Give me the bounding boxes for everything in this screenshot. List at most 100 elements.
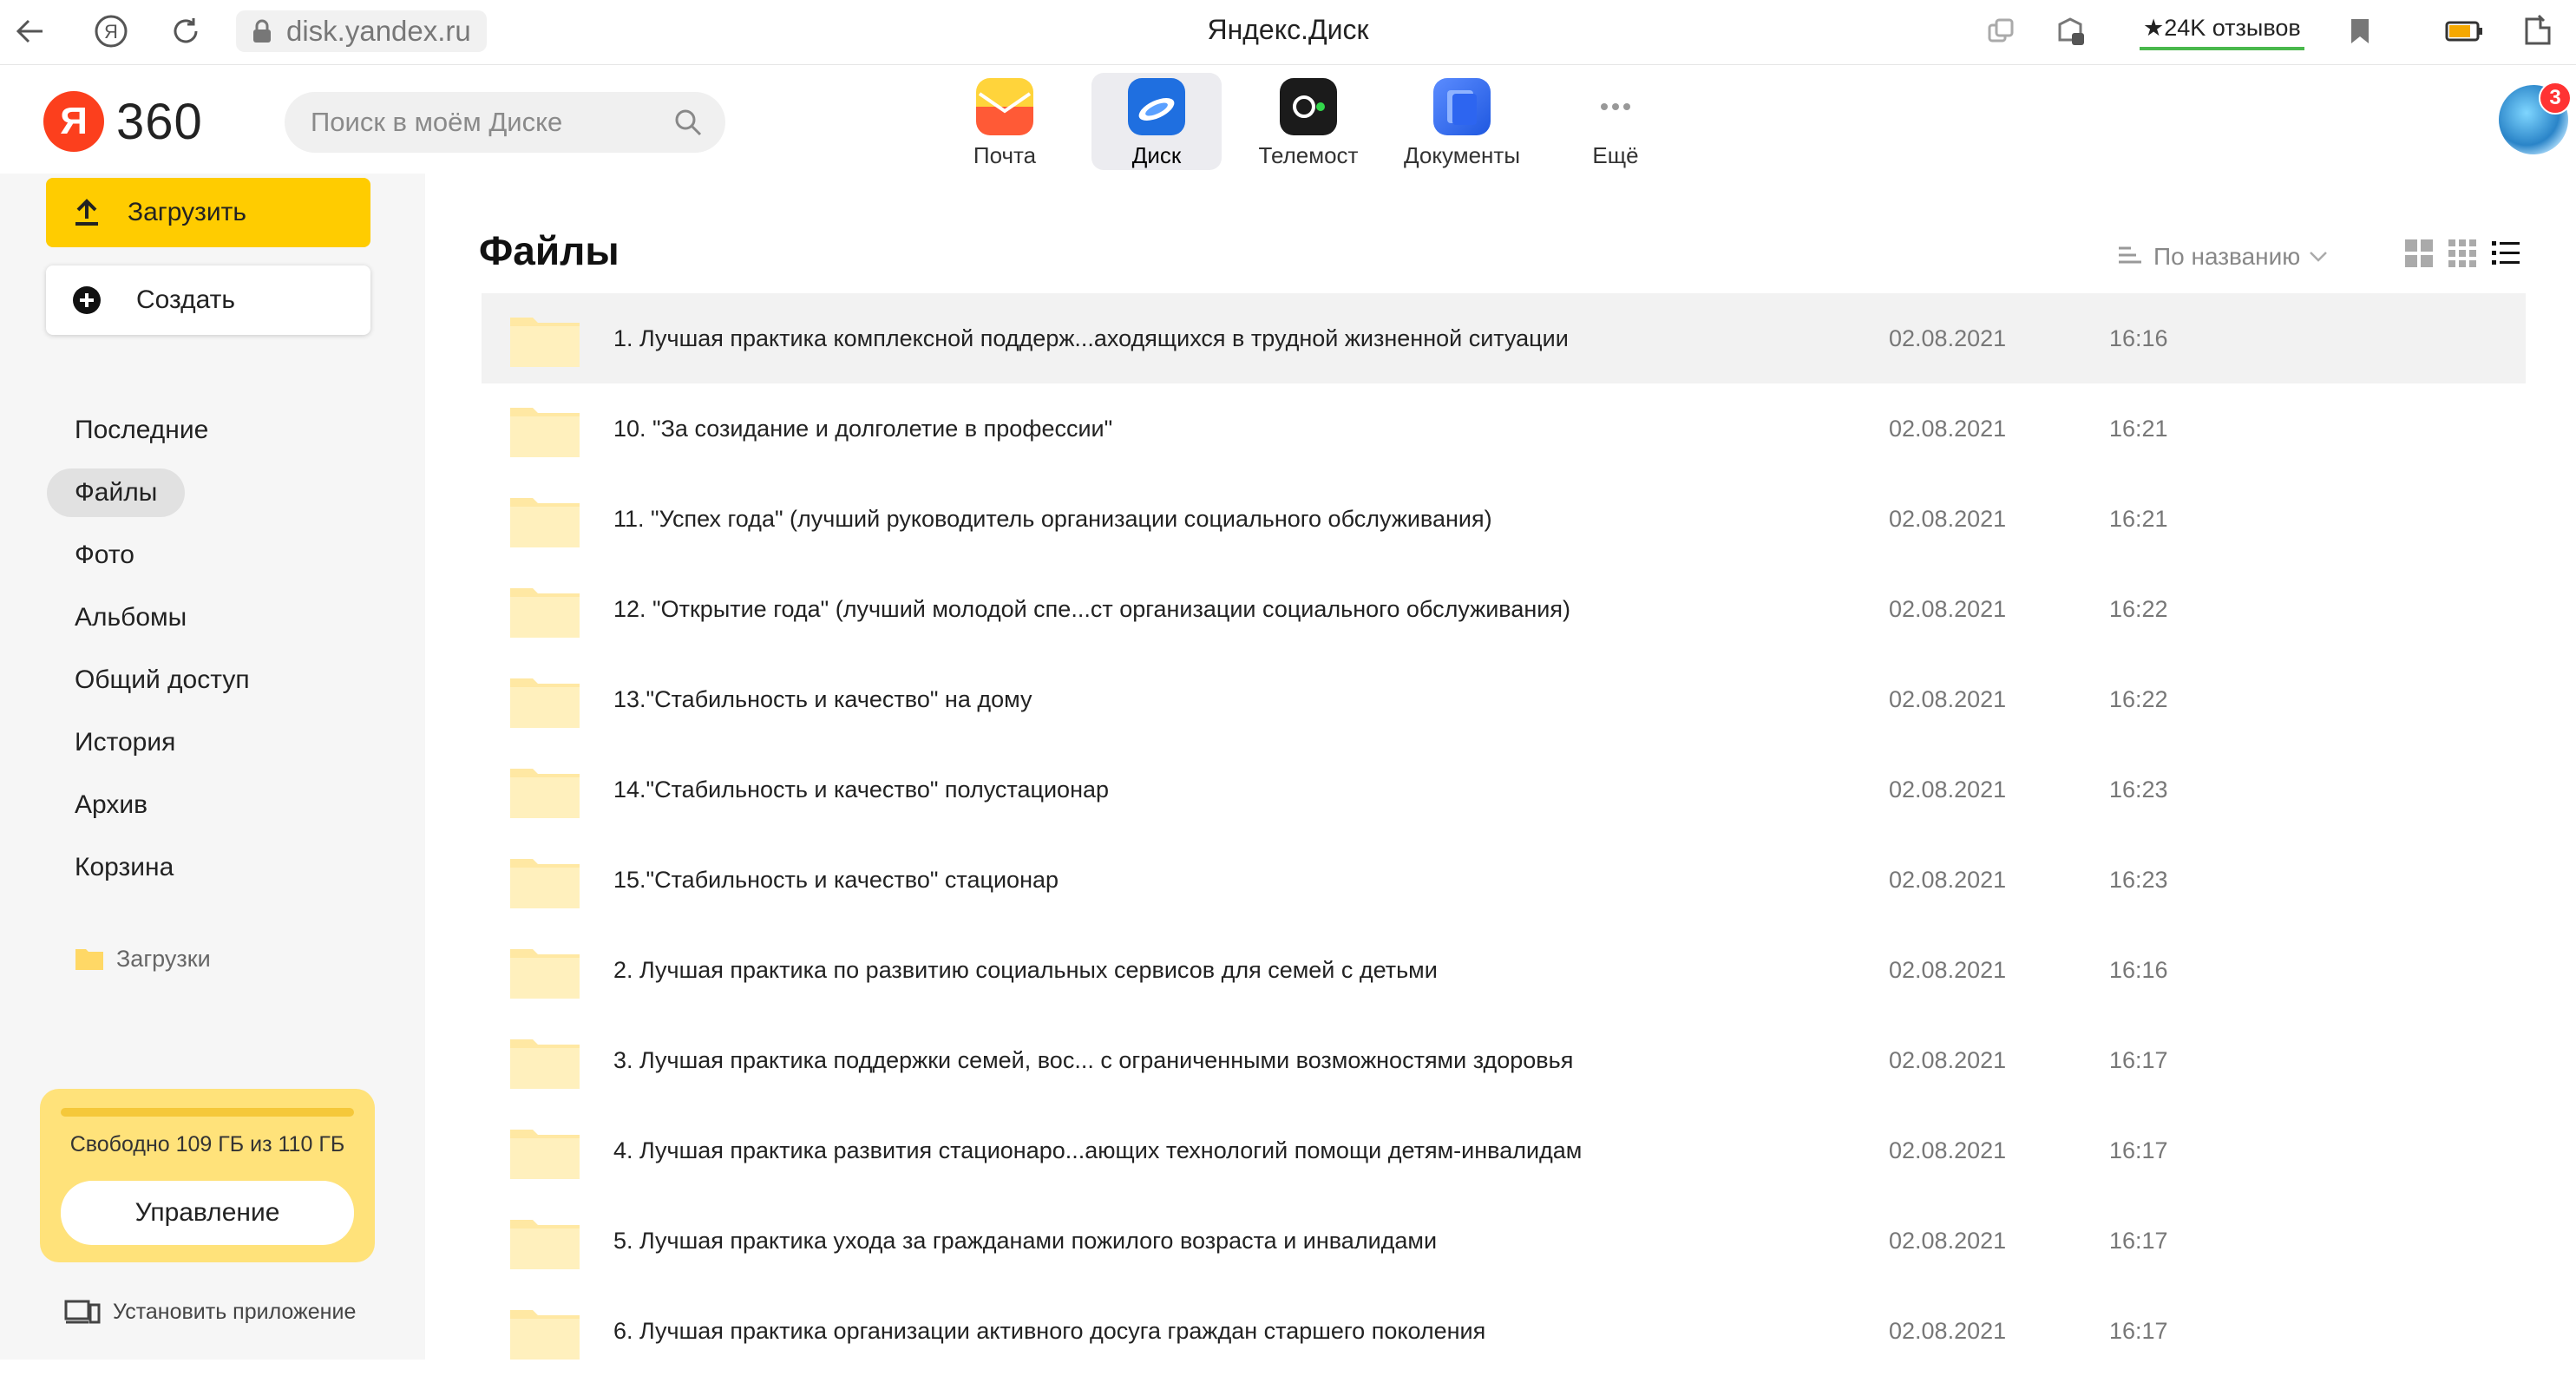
search-input[interactable] <box>309 106 659 139</box>
file-row[interactable]: 2. Лучшая практика по развитию социальны… <box>482 925 2526 1015</box>
file-time: 16:16 <box>2109 957 2168 983</box>
file-row[interactable]: 15."Стабильность и качество" стационар 0… <box>482 835 2526 925</box>
service-label: Диск <box>1131 142 1182 168</box>
file-time: 16:22 <box>2109 686 2168 712</box>
file-name: 1. Лучшая практика комплексной поддерж..… <box>613 325 1569 351</box>
file-time: 16:17 <box>2109 1228 2168 1254</box>
upload-icon <box>75 199 98 226</box>
svg-text:Я: Я <box>104 21 118 43</box>
file-row[interactable]: 10. "За созидание и долголетие в професс… <box>482 383 2526 474</box>
page-title: Файлы <box>479 228 619 273</box>
yandex-360-logo[interactable]: Я 360 <box>43 90 203 153</box>
file-name: 12. "Открытие года" (лучший молодой спе.… <box>613 596 1570 622</box>
back-arrow-icon[interactable] <box>9 10 50 52</box>
logo-text: 360 <box>116 93 203 150</box>
nav-recent[interactable]: Последние <box>47 406 236 455</box>
folder-icon <box>510 318 580 367</box>
folder-icon <box>510 678 580 728</box>
file-row[interactable]: 14."Стабильность и качество" полустацион… <box>482 744 2526 835</box>
folder-icon <box>510 859 580 908</box>
service-disk[interactable]: Диск <box>1091 73 1222 170</box>
nav-photo[interactable]: Фото <box>47 531 162 580</box>
file-time: 16:16 <box>2109 325 2168 351</box>
list-view-icon[interactable] <box>2490 238 2521 269</box>
install-app-label: Установить приложение <box>113 1299 357 1324</box>
file-date: 02.08.2021 <box>1889 776 2007 803</box>
file-date: 02.08.2021 <box>1889 867 2007 893</box>
small-tiles-view-icon[interactable] <box>2447 238 2478 269</box>
nav-shared[interactable]: Общий доступ <box>47 656 278 704</box>
service-label: Телемост <box>1258 142 1359 168</box>
nav-archive[interactable]: Архив <box>47 781 175 829</box>
search-icon[interactable] <box>673 108 703 137</box>
service-telemost[interactable]: Телемост <box>1243 73 1373 170</box>
storage-text: Свободно 109 ГБ из 110 ГБ <box>69 1132 345 1156</box>
url-text: disk.yandex.ru <box>286 15 471 47</box>
address-bar[interactable]: disk.yandex.ru <box>236 10 487 52</box>
search-box[interactable] <box>285 92 725 153</box>
folder-icon <box>510 1220 580 1269</box>
file-row[interactable]: 5. Лучшая практика ухода за гражданами п… <box>482 1196 2526 1286</box>
manage-storage-button[interactable]: Управление <box>61 1181 354 1245</box>
file-row[interactable]: 1. Лучшая практика комплексной поддерж..… <box>482 293 2526 383</box>
documents-icon <box>1433 78 1491 135</box>
file-row[interactable]: 6. Лучшая практика организации активного… <box>482 1286 2526 1376</box>
nav-history[interactable]: История <box>47 718 203 767</box>
file-date: 02.08.2021 <box>1889 325 2007 351</box>
file-row[interactable]: 13."Стабильность и качество" на дому 02.… <box>482 654 2526 744</box>
file-row[interactable]: 4. Лучшая практика развития стационаро..… <box>482 1105 2526 1196</box>
nav-trash[interactable]: Корзина <box>47 843 201 892</box>
battery-icon[interactable] <box>2443 10 2485 52</box>
file-name: 2. Лучшая практика по развитию социальны… <box>613 957 1438 983</box>
file-row[interactable]: 3. Лучшая практика поддержки семей, вос.… <box>482 1015 2526 1105</box>
folder-icon <box>510 949 580 999</box>
file-time: 16:17 <box>2109 1137 2168 1163</box>
sort-label: По названию <box>2153 243 2301 270</box>
bookmark-icon[interactable] <box>2339 10 2381 52</box>
tabs-icon[interactable] <box>1980 10 2022 52</box>
install-app-link[interactable]: Установить приложение <box>64 1293 356 1331</box>
browser-toolbar: Я disk.yandex.ru Яндекс.Диск ★24K отзыво… <box>0 0 2576 65</box>
protect-icon[interactable] <box>2049 10 2091 52</box>
telemost-icon <box>1280 78 1337 135</box>
create-button[interactable]: Создать <box>46 265 370 335</box>
sort-icon <box>2119 246 2141 264</box>
avatar[interactable]: 3 <box>2499 82 2572 154</box>
file-name: 4. Лучшая практика развития стационаро..… <box>613 1137 1583 1163</box>
file-time: 16:23 <box>2109 776 2168 803</box>
downloads-label: Загрузки <box>116 945 211 972</box>
service-mail[interactable]: Почта <box>940 73 1070 170</box>
disk-icon <box>1128 78 1185 135</box>
yandex-browser-icon[interactable]: Я <box>90 10 132 52</box>
devices-icon <box>64 1300 101 1324</box>
file-date: 02.08.2021 <box>1889 1137 2007 1163</box>
storage-progress-bar <box>61 1108 354 1117</box>
large-tiles-view-icon[interactable] <box>2403 238 2435 269</box>
file-time: 16:21 <box>2109 506 2168 532</box>
reload-icon[interactable] <box>165 10 206 52</box>
sort-control[interactable]: По названию <box>2117 239 2328 274</box>
mail-icon <box>976 78 1033 135</box>
nav-albums[interactable]: Альбомы <box>47 593 214 642</box>
folder-icon <box>510 588 580 638</box>
file-time: 16:23 <box>2109 867 2168 893</box>
create-label: Создать <box>136 285 236 314</box>
service-documents[interactable]: Документы <box>1397 73 1527 170</box>
file-date: 02.08.2021 <box>1889 506 2007 532</box>
upload-button[interactable]: Загрузить <box>46 178 370 247</box>
plus-circle-icon <box>73 286 101 314</box>
extensions-icon[interactable] <box>2516 10 2558 52</box>
file-row[interactable]: 12. "Открытие года" (лучший молодой спе.… <box>482 564 2526 654</box>
nav-files[interactable]: Файлы <box>47 468 186 517</box>
file-name: 6. Лучшая практика организации активного… <box>613 1318 1486 1344</box>
upload-label: Загрузить <box>128 198 246 226</box>
file-name: 10. "За созидание и долголетие в професс… <box>613 416 1113 442</box>
file-name: 11. "Успех года" (лучший руководитель ор… <box>613 506 1492 532</box>
file-row[interactable]: 11. "Успех года" (лучший руководитель ор… <box>482 474 2526 564</box>
notification-badge: 3 <box>2539 82 2572 115</box>
reviews-badge[interactable]: ★24K отзывов <box>2140 9 2304 50</box>
downloads-folder-link[interactable]: Загрузки <box>75 937 211 980</box>
service-more[interactable]: Ещё <box>1550 73 1681 170</box>
service-label: Документы <box>1403 142 1521 168</box>
folder-icon <box>510 1130 580 1179</box>
